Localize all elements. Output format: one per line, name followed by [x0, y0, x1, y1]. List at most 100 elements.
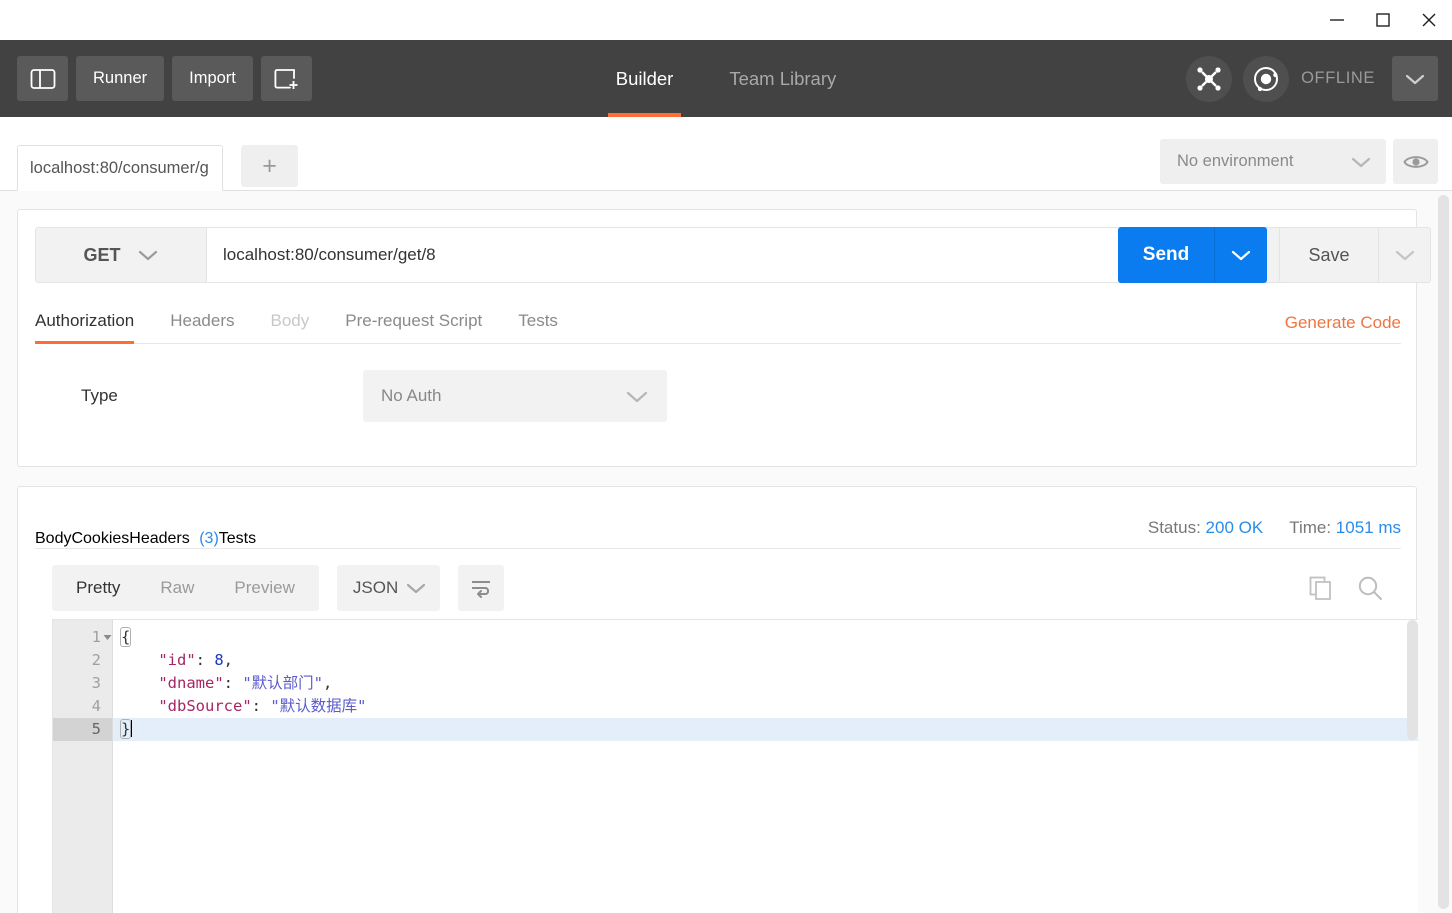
response-time: Time: 1051 ms [1289, 518, 1401, 538]
window-minimize-button[interactable] [1314, 0, 1360, 40]
view-mode-preview[interactable]: Preview [214, 578, 314, 598]
editor-code-line: "id": 8, [113, 649, 1418, 672]
tab-builder[interactable]: Builder [607, 40, 682, 117]
plus-icon: + [262, 151, 277, 180]
add-request-tab-button[interactable]: + [241, 145, 298, 187]
code-token: "默认部门" [242, 674, 323, 692]
editor-vertical-scrollbar[interactable] [1407, 620, 1418, 913]
tab-pre-request-script[interactable]: Pre-request Script [345, 299, 482, 343]
editor-line-numbers: 1 2 3 4 5 [53, 620, 113, 913]
tab-authorization[interactable]: Authorization [35, 299, 135, 344]
word-wrap-button[interactable] [457, 565, 504, 611]
editor-code-area[interactable]: { "id": 8, "dname": "默认部门", "dbSource": … [113, 620, 1418, 913]
request-section-tabs: Authorization Headers Body Pre-request S… [35, 298, 1401, 344]
header-menu-button[interactable] [1392, 56, 1438, 101]
copy-icon [1309, 576, 1331, 600]
tab-response-headers[interactable]: Headers (3) [129, 530, 219, 548]
request-url-input[interactable]: localhost:80/consumer/get/8 [207, 227, 1259, 283]
code-token: : [251, 697, 271, 715]
tab-response-cookies-label: Cookies [71, 530, 130, 547]
view-mode-pretty[interactable]: Pretty [56, 578, 140, 598]
tab-tests[interactable]: Tests [518, 299, 558, 343]
send-options-button[interactable] [1214, 227, 1267, 283]
chevron-down-icon [1351, 157, 1371, 167]
save-options-button[interactable] [1379, 227, 1431, 283]
view-mode-raw[interactable]: Raw [140, 578, 214, 598]
response-panel: Body Cookies Headers (3) Tests Status: 2… [17, 486, 1418, 913]
chevron-down-icon [1395, 250, 1414, 261]
runner-button[interactable]: Runner [76, 56, 165, 101]
http-method-selector[interactable]: GET [35, 227, 207, 283]
new-window-button[interactable] [260, 56, 312, 101]
close-icon [1422, 13, 1436, 27]
response-format-selector[interactable]: JSON [336, 565, 440, 611]
code-fold-toggle-icon[interactable] [102, 626, 113, 649]
code-token: "id" [158, 651, 196, 669]
code-token: "默认数据库" [270, 697, 367, 715]
response-tools [1308, 565, 1384, 611]
window-close-button[interactable] [1406, 0, 1452, 40]
request-tab[interactable]: localhost:80/consumer/g [17, 145, 223, 191]
tab-team-library-label: Team Library [729, 67, 837, 89]
chevron-down-icon [138, 250, 157, 261]
tab-response-tests-label: Tests [218, 530, 257, 547]
editor-line-number: 5 [53, 718, 112, 741]
copy-response-button[interactable] [1308, 575, 1334, 601]
auth-type-selector[interactable]: No Auth [363, 370, 667, 422]
request-tab-label: localhost:80/consumer/g [30, 158, 209, 177]
save-label: Save [1308, 244, 1350, 265]
window-title-bar [0, 0, 1452, 40]
editor-line-number: 2 [91, 651, 101, 669]
environment-selector[interactable]: No environment [1160, 139, 1386, 184]
code-token: "dname" [158, 674, 224, 692]
search-icon [1358, 576, 1382, 600]
environment-label: No environment [1177, 152, 1294, 170]
editor-line-number: 3 [91, 674, 101, 692]
chevron-down-icon [626, 391, 648, 402]
environment-quick-look-button[interactable] [1393, 139, 1438, 184]
tab-response-tests[interactable]: Tests [219, 530, 256, 548]
code-token: } [119, 719, 132, 739]
maximize-icon [1376, 13, 1390, 27]
sidebar-toggle-button[interactable] [17, 56, 68, 101]
send-button[interactable]: Send [1118, 227, 1214, 283]
sync-status-button[interactable] [1243, 55, 1290, 102]
tab-headers[interactable]: Headers [170, 299, 234, 343]
window-maximize-button[interactable] [1360, 0, 1406, 40]
main-vertical-scrollbar[interactable] [1438, 195, 1449, 909]
response-body-toolbar: Pretty Raw Preview JSON [52, 565, 504, 611]
tab-response-body[interactable]: Body [35, 530, 71, 548]
tab-response-cookies[interactable]: Cookies [71, 530, 129, 548]
editor-line-number: 4 [91, 697, 101, 715]
request-url-value: localhost:80/consumer/get/8 [223, 245, 436, 264]
response-time-label: Time: [1289, 518, 1332, 537]
import-button[interactable]: Import [172, 56, 253, 101]
tab-body[interactable]: Body [271, 299, 310, 343]
code-token: , [323, 674, 333, 692]
main-content-area: GET localhost:80/consumer/get/8 Params S… [0, 191, 1452, 913]
tab-builder-label: Builder [615, 67, 674, 89]
response-section-tabs: Body Cookies Headers (3) Tests Status: 2… [35, 503, 1401, 549]
sidebar-toggle-icon [30, 68, 55, 89]
generate-code-label: Generate Code [1284, 313, 1401, 332]
generate-code-link[interactable]: Generate Code [1285, 313, 1401, 333]
response-status-label: Status: [1147, 518, 1201, 537]
save-button[interactable]: Save [1279, 227, 1379, 283]
search-response-button[interactable] [1356, 574, 1384, 602]
code-token: , [223, 651, 234, 669]
response-body-editor[interactable]: 1 2 3 4 5 { "id": 8, "dname": "默认部门", "dbSou… [52, 619, 1418, 913]
response-view-mode-group: Pretty Raw Preview [52, 565, 319, 611]
response-status-value: 200 OK [1205, 518, 1264, 537]
response-format-value: JSON [352, 578, 399, 597]
eye-icon [1402, 155, 1429, 168]
new-window-icon [274, 68, 298, 89]
tab-team-library[interactable]: Team Library [721, 40, 844, 117]
main-scrollbar-thumb[interactable] [1438, 195, 1449, 909]
header-left-group: Runner Import [0, 56, 312, 101]
network-sync-button[interactable] [1186, 55, 1233, 102]
response-status: Status: 200 OK [1148, 518, 1263, 538]
word-wrap-icon [471, 581, 490, 598]
editor-scrollbar-thumb[interactable] [1407, 620, 1418, 740]
response-headers-count: (3) [199, 530, 219, 547]
